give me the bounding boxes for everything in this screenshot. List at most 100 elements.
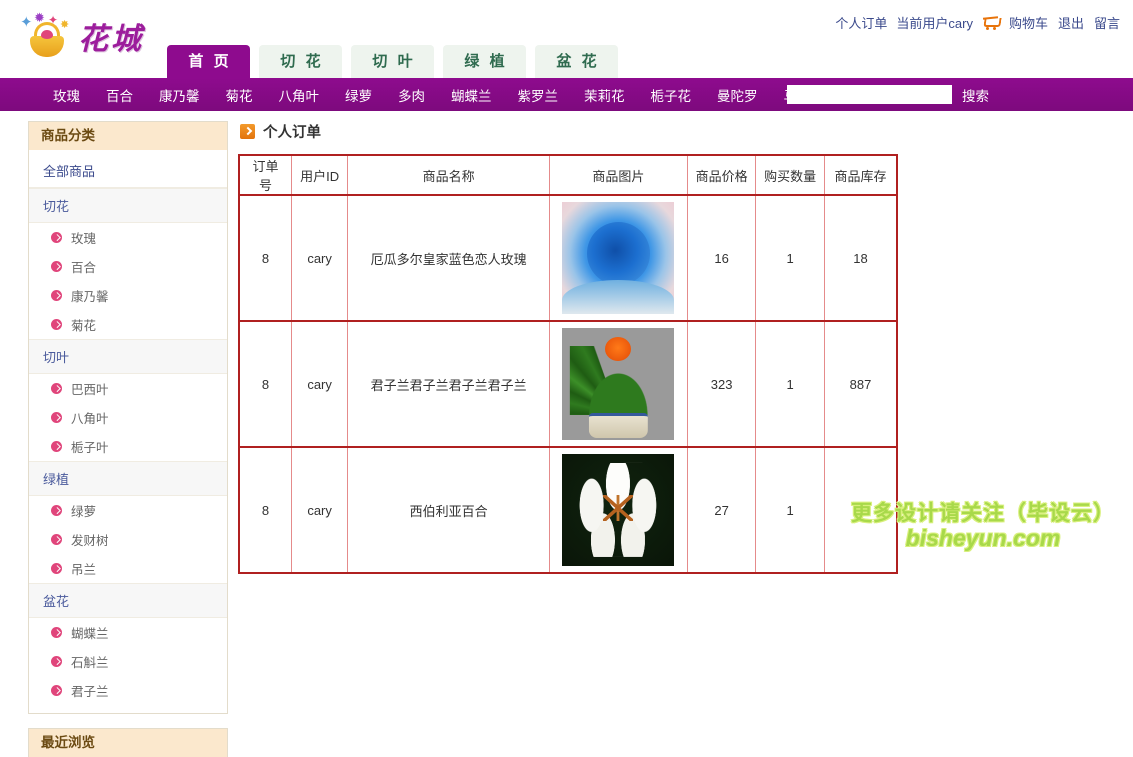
sidebar-item-label: 蝴蝶兰 — [71, 627, 109, 641]
arrow-bullet-icon — [51, 290, 62, 301]
page-body: 商品分类 全部商品 切花 玫瑰 百合 康乃馨 菊花 切叶 巴西叶 八角叶 栀子叶… — [0, 111, 1133, 757]
personal-order-link[interactable]: 个人订单 — [832, 13, 890, 32]
cell-order-no: 8 — [238, 194, 292, 322]
arrow-bullet-icon — [51, 383, 62, 394]
subnav-item-gardenia[interactable]: 栀子花 — [638, 85, 705, 105]
sidebar-item-spider-plant[interactable]: 吊兰 — [29, 554, 227, 583]
sidebar-group-potted-flower[interactable]: 盆花 — [29, 583, 227, 618]
table-row: 8 cary 厄瓜多尔皇家蓝色恋人玫瑰 16 1 18 — [238, 194, 898, 322]
category-panel: 商品分类 全部商品 切花 玫瑰 百合 康乃馨 菊花 切叶 巴西叶 八角叶 栀子叶… — [28, 121, 228, 714]
cell-product-image — [548, 446, 688, 574]
cell-user-id: cary — [290, 446, 349, 574]
message-link[interactable]: 留言 — [1091, 13, 1123, 32]
column-header-product-name: 商品名称 — [347, 154, 550, 196]
column-header-price: 商品价格 — [686, 154, 757, 196]
arrow-bullet-icon — [51, 505, 62, 516]
sidebar-item-label: 康乃馨 — [71, 290, 109, 304]
sidebar-item-clivia[interactable]: 君子兰 — [29, 676, 227, 705]
arrow-bullet-icon — [51, 319, 62, 330]
cell-order-no: 8 — [238, 446, 292, 574]
subnav-item-rose[interactable]: 玫瑰 — [40, 85, 93, 105]
sidebar: 商品分类 全部商品 切花 玫瑰 百合 康乃馨 菊花 切叶 巴西叶 八角叶 栀子叶… — [28, 121, 228, 757]
cell-quantity: 1 — [755, 194, 825, 322]
sidebar-item-label: 巴西叶 — [71, 383, 109, 397]
subnav-item-violet[interactable]: 紫罗兰 — [505, 85, 572, 105]
cell-product-image — [548, 320, 688, 448]
arrow-bullet-icon — [51, 261, 62, 272]
cell-product-image — [548, 194, 688, 322]
column-header-quantity: 购买数量 — [755, 154, 825, 196]
cell-order-no: 8 — [238, 320, 292, 448]
current-user-label: 当前用户cary — [896, 16, 973, 31]
order-table: 订单号 用户ID 商品名称 商品图片 商品价格 购买数量 商品库存 8 cary… — [238, 154, 898, 574]
sidebar-item-gardenia-leaf[interactable]: 栀子叶 — [29, 432, 227, 461]
cell-quantity: 1 — [755, 320, 825, 448]
sidebar-item-star-anise-leaf[interactable]: 八角叶 — [29, 403, 227, 432]
sidebar-group-cut-leaf[interactable]: 切叶 — [29, 339, 227, 374]
tab-potted-flower[interactable]: 盆 花 — [535, 45, 618, 78]
sidebar-item-label: 石斛兰 — [71, 656, 109, 670]
site-header: ✦ ✹ ✦ ✸ 花城 首 页 切 花 切 叶 绿 植 盆 花 — [0, 11, 1133, 78]
sidebar-item-label: 菊花 — [71, 319, 97, 333]
tab-home[interactable]: 首 页 — [167, 45, 250, 78]
tab-cut-leaf[interactable]: 切 叶 — [351, 45, 434, 78]
cell-user-id: cary — [290, 194, 349, 322]
sidebar-item-label: 发财树 — [71, 534, 109, 548]
table-header-row: 订单号 用户ID 商品名称 商品图片 商品价格 购买数量 商品库存 — [238, 154, 898, 196]
site-logo[interactable]: ✦ ✹ ✦ ✸ 花城 — [18, 10, 168, 62]
arrow-bullet-icon — [51, 685, 62, 696]
category-panel-body: 全部商品 切花 玫瑰 百合 康乃馨 菊花 切叶 巴西叶 八角叶 栀子叶 绿植 绿… — [29, 150, 227, 713]
recent-panel-title: 最近浏览 — [29, 729, 227, 757]
sidebar-item-label: 吊兰 — [71, 563, 97, 577]
recent-panel: 最近浏览 泰国鲜切叶热带新鲜的绿叶 栀子叶 — [28, 728, 228, 757]
sidebar-item-label: 君子兰 — [71, 685, 109, 699]
category-panel-title: 商品分类 — [29, 122, 227, 150]
sidebar-item-chrysanthemum[interactable]: 菊花 — [29, 310, 227, 339]
search-button[interactable]: 搜索 — [962, 85, 989, 105]
sidebar-item-label: 八角叶 — [71, 412, 109, 426]
sidebar-group-green-plant[interactable]: 绿植 — [29, 461, 227, 496]
orange-arrow-icon — [240, 124, 255, 139]
cell-product-name: 君子兰君子兰君子兰君子兰 — [347, 320, 550, 448]
category-subnav: 玫瑰 百合 康乃馨 菊花 八角叶 绿萝 多肉 蝴蝶兰 紫罗兰 茉莉花 栀子花 曼… — [0, 78, 1133, 111]
logout-link[interactable]: 退出 — [1055, 13, 1087, 32]
cell-quantity: 1 — [755, 446, 825, 574]
main-tabs: 首 页 切 花 切 叶 绿 植 盆 花 — [167, 45, 618, 78]
sidebar-item-all-products[interactable]: 全部商品 — [29, 154, 227, 188]
arrow-bullet-icon — [51, 441, 62, 452]
sidebar-item-phalaenopsis[interactable]: 蝴蝶兰 — [29, 618, 227, 647]
sidebar-item-label: 绿萝 — [71, 505, 97, 519]
subnav-item-carnation[interactable]: 康乃馨 — [146, 85, 213, 105]
sidebar-item-brazil-leaf[interactable]: 巴西叶 — [29, 374, 227, 403]
tab-cut-flower[interactable]: 切 花 — [259, 45, 342, 78]
sidebar-item-rose[interactable]: 玫瑰 — [29, 223, 227, 252]
sidebar-item-carnation[interactable]: 康乃馨 — [29, 281, 227, 310]
cell-price: 323 — [686, 320, 757, 448]
sidebar-item-dendrobium[interactable]: 石斛兰 — [29, 647, 227, 676]
subnav-item-lily[interactable]: 百合 — [93, 85, 146, 105]
subnav-item-jasmine[interactable]: 茉莉花 — [571, 85, 638, 105]
subnav-item-pothos[interactable]: 绿萝 — [332, 85, 385, 105]
tab-green-plant[interactable]: 绿 植 — [443, 45, 526, 78]
cart-link[interactable]: 购物车 — [1006, 13, 1051, 32]
cell-product-name: 厄瓜多尔皇家蓝色恋人玫瑰 — [347, 194, 550, 322]
sidebar-item-money-tree[interactable]: 发财树 — [29, 525, 227, 554]
subnav-item-star-anise-leaf[interactable]: 八角叶 — [266, 85, 333, 105]
subnav-item-chrysanthemum[interactable]: 菊花 — [213, 85, 266, 105]
table-row: 8 cary 西伯利亚百合 27 1 21 — [238, 446, 898, 574]
sidebar-group-cut-flower[interactable]: 切花 — [29, 188, 227, 223]
blue-rose-image — [562, 202, 675, 314]
column-header-user-id: 用户ID — [290, 154, 349, 196]
sidebar-item-pothos[interactable]: 绿萝 — [29, 496, 227, 525]
shopping-cart-icon — [983, 16, 1000, 30]
cell-price: 27 — [686, 446, 757, 574]
search-input[interactable] — [787, 85, 952, 104]
column-header-order-no: 订单号 — [238, 154, 292, 196]
arrow-bullet-icon — [51, 232, 62, 243]
sidebar-item-lily[interactable]: 百合 — [29, 252, 227, 281]
subnav-item-datura[interactable]: 曼陀罗 — [704, 85, 771, 105]
subnav-item-succulent[interactable]: 多肉 — [385, 85, 438, 105]
top-bar: 个人订单 当前用户cary 购物车 退出 留言 — [0, 0, 1133, 40]
arrow-bullet-icon — [51, 656, 62, 667]
subnav-item-phalaenopsis[interactable]: 蝴蝶兰 — [438, 85, 505, 105]
